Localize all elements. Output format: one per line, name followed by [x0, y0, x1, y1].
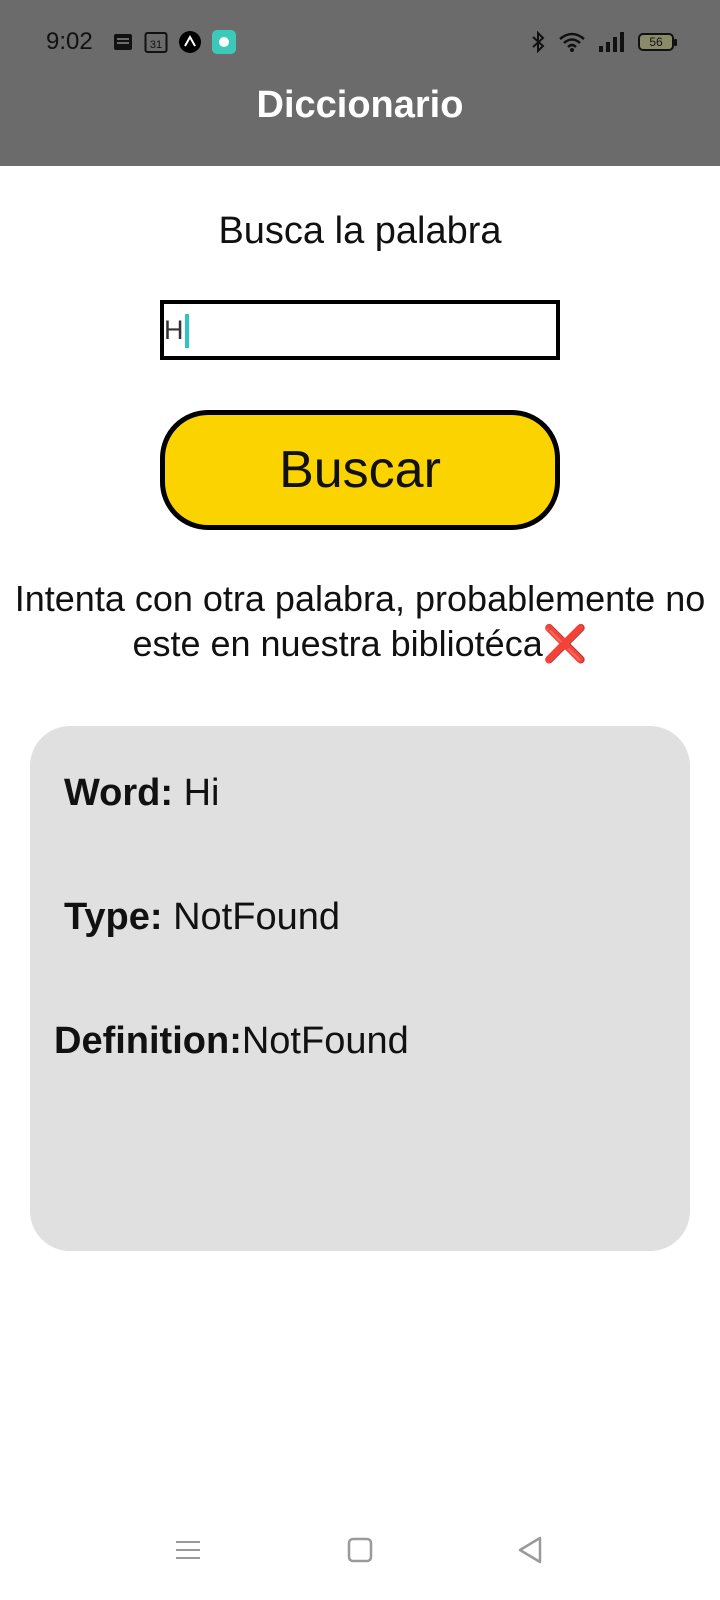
notes-icon: [112, 32, 134, 52]
type-value: NotFound: [173, 896, 340, 938]
search-button[interactable]: Buscar: [160, 410, 560, 530]
type-label: Type:: [64, 896, 163, 938]
app-teal-icon: [212, 30, 236, 54]
definition-label: Definition:: [54, 1020, 242, 1062]
navigation-bar: [0, 1530, 720, 1580]
status-icons-left: 31: [112, 30, 236, 54]
search-label: Busca la palabra: [218, 210, 502, 252]
app-header: 9:02 31 56 Diccionario: [0, 0, 720, 166]
battery-icon: 56: [638, 33, 677, 51]
wifi-icon: [558, 31, 586, 53]
status-icons-right: 56: [530, 30, 677, 54]
app-title: Diccionario: [256, 84, 464, 126]
text-cursor: [185, 314, 189, 348]
search-input[interactable]: [160, 300, 560, 360]
signal-icon: [598, 31, 626, 53]
definition-row: Definition:NotFound: [54, 1020, 409, 1063]
app-triangle-icon: [178, 30, 202, 54]
type-row: Type: NotFound: [64, 896, 340, 939]
word-value: Hi: [183, 772, 220, 814]
menu-icon[interactable]: [168, 1530, 208, 1570]
calendar-icon: 31: [144, 31, 168, 53]
word-row: Word: Hi: [64, 772, 220, 815]
result-card: Word: Hi Type: NotFound Definition:NotFo…: [30, 726, 690, 1251]
not-found-message: Intenta con otra palabra, probablemente …: [14, 576, 706, 666]
battery-level: 56: [649, 35, 663, 49]
status-bar: 9:02 31 56: [0, 28, 720, 60]
status-time: 9:02: [46, 28, 93, 55]
word-label: Word:: [64, 772, 174, 814]
bluetooth-icon: [530, 30, 546, 54]
not-found-text: Intenta con otra palabra, probablemente …: [14, 578, 706, 664]
calendar-day: 31: [150, 39, 162, 51]
back-icon[interactable]: [510, 1530, 550, 1570]
cross-mark-icon: ❌: [542, 623, 588, 664]
definition-value: NotFound: [241, 1020, 409, 1062]
home-icon[interactable]: [340, 1530, 380, 1570]
